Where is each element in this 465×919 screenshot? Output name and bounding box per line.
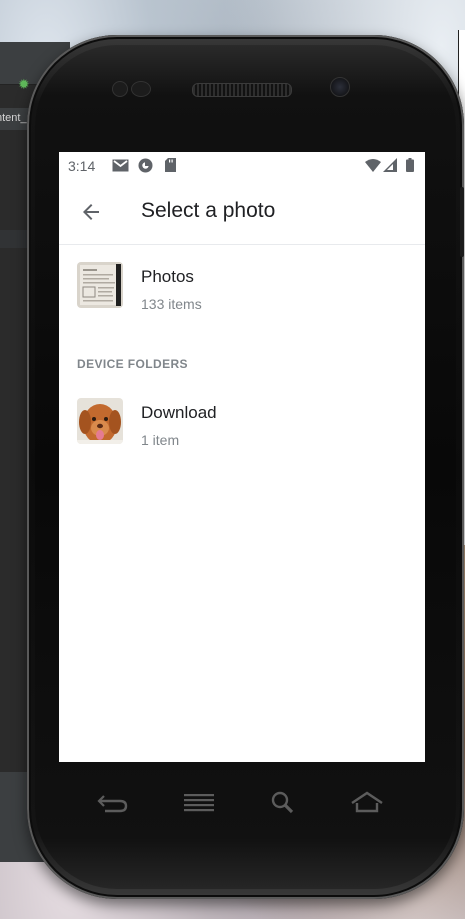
folder-name: Download [141, 403, 217, 422]
ide-tab-label: ntent_ [0, 112, 27, 124]
back-key-icon[interactable] [96, 790, 130, 814]
gmail-icon [111, 158, 129, 172]
cell-signal-icon [383, 158, 397, 172]
dog-photo-thumbnail [77, 398, 123, 444]
album-item-photos[interactable]: Photos 133 items [59, 245, 425, 325]
document-photo-thumbnail [77, 262, 123, 308]
menu-key-icon[interactable] [182, 790, 216, 814]
front-camera [330, 77, 350, 97]
debug-icon[interactable]: ✹ [18, 77, 32, 91]
folder-count: 1 item [141, 432, 180, 448]
wifi-icon [365, 158, 381, 172]
folder-item-download[interactable]: Download 1 item [59, 381, 425, 461]
status-bar: 3:14 [59, 152, 425, 180]
section-header-label: DEVICE FOLDERS [77, 357, 188, 371]
album-count: 133 items [141, 296, 202, 312]
search-key-icon[interactable] [266, 790, 300, 814]
status-time: 3:14 [68, 158, 96, 174]
album-name: Photos [141, 267, 194, 286]
light-sensor [131, 81, 151, 97]
arrow-back-icon[interactable] [79, 200, 103, 224]
earpiece-speaker [192, 83, 292, 97]
volume-button[interactable] [460, 187, 464, 257]
proximity-sensor [112, 81, 128, 97]
section-header: DEVICE FOLDERS [59, 325, 425, 381]
app-notification-icon [137, 158, 153, 172]
phone-screen: 3:14 Select a photo Photos 133 items DEV… [59, 152, 425, 762]
sd-card-icon [164, 158, 176, 172]
app-bar: Select a photo [59, 180, 425, 245]
home-key-icon[interactable] [350, 790, 384, 814]
battery-icon [405, 158, 415, 172]
page-title: Select a photo [141, 199, 276, 222]
